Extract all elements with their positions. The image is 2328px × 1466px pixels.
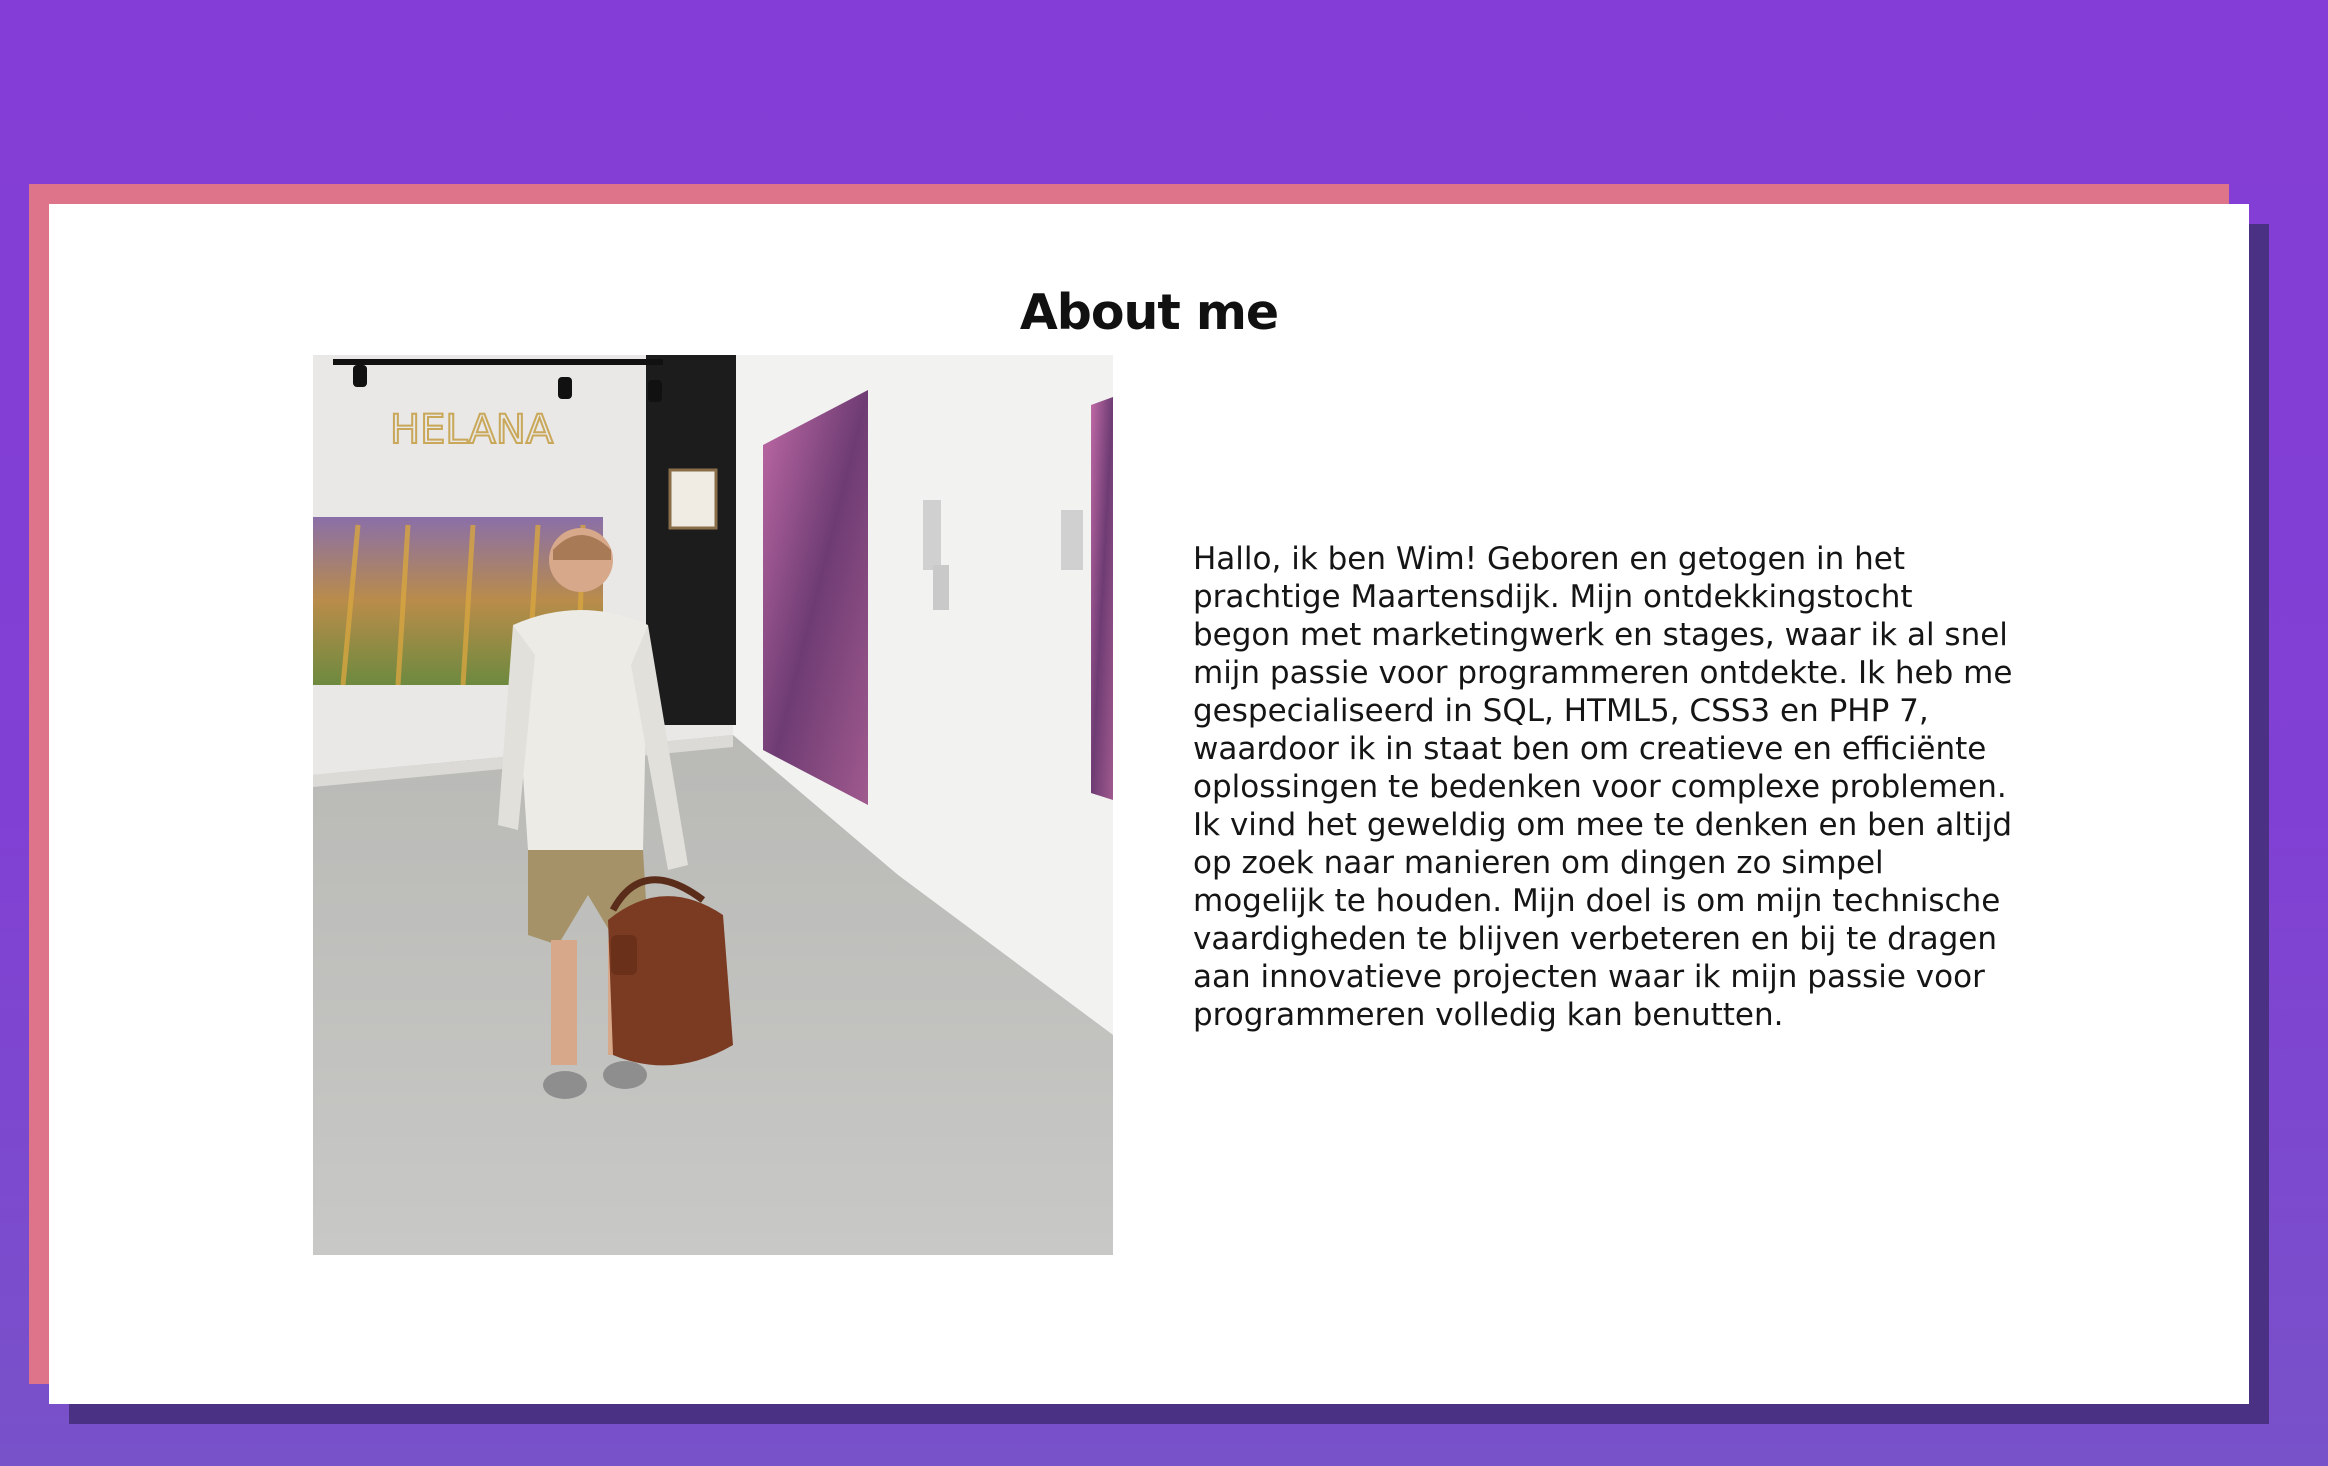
bio-text: Hallo, ik ben Wim! Geboren en getogen in… (1193, 541, 2013, 1033)
about-card: About me HELANA Hallo, ik ben Wim! Gebor… (49, 204, 2249, 1404)
section-title: About me (1019, 284, 1279, 341)
profile-photo: HELANA (313, 355, 1113, 1255)
gallery-photo-illustration: HELANA (313, 355, 1113, 1255)
gallery-sign: HELANA (390, 407, 554, 453)
